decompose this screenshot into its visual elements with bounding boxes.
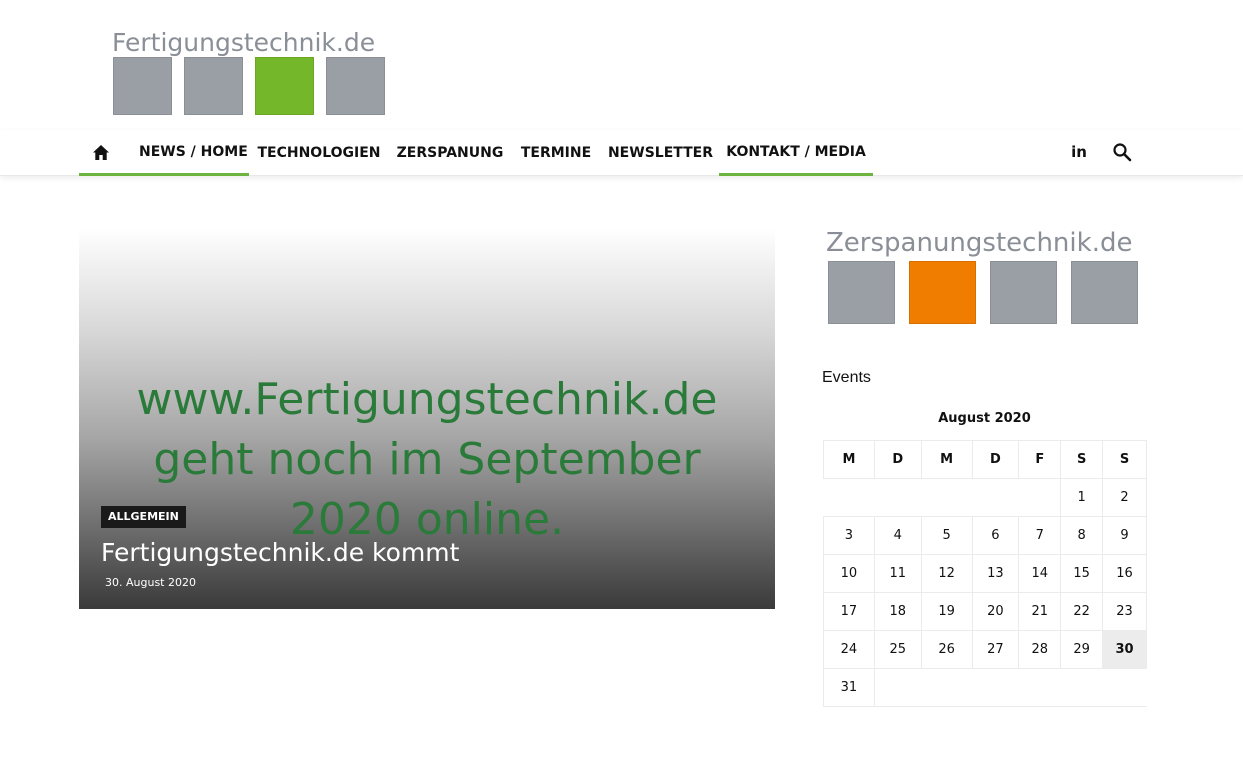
calendar-day: 17 [823, 592, 875, 631]
calendar-day: 31 [823, 668, 875, 707]
nav-item-newsletter[interactable]: NEWSLETTER [608, 130, 713, 176]
weekday-sun: S [1102, 440, 1147, 479]
nav-item-technologien[interactable]: TECHNOLOGIEN [257, 130, 380, 176]
nav-item-zerspanung[interactable]: ZERSPANUNG [397, 130, 504, 176]
calendar-day: 3 [823, 516, 875, 555]
events-calendar: M D M D F S S 1 2 3 4 5 6 7 8 9 10 11 12… [823, 440, 1147, 707]
nav-home-button[interactable]: NEWS / HOME [79, 130, 249, 176]
linkedin-icon[interactable]: in [1068, 140, 1090, 164]
logo-square-3 [255, 57, 314, 115]
calendar-week: 24 25 26 27 28 29 30 [823, 630, 1147, 669]
calendar-day: 15 [1060, 554, 1104, 593]
events-title: Events [822, 369, 871, 386]
calendar-day: 2 [1102, 478, 1147, 517]
calendar-day: 22 [1060, 592, 1104, 631]
calendar-day: 21 [1018, 592, 1062, 631]
calendar-day: 16 [1102, 554, 1147, 593]
calendar-day: 9 [1102, 516, 1147, 555]
calendar-day: 12 [920, 554, 973, 593]
logo-square-1 [113, 57, 172, 115]
calendar-weekday-row: M D M D F S S [823, 440, 1147, 479]
calendar-day: 20 [971, 592, 1020, 631]
calendar-day: 27 [971, 630, 1020, 669]
calendar-day: 1 [1060, 478, 1104, 517]
sidebar-logo-square-3 [990, 261, 1057, 324]
calendar-day: 13 [971, 554, 1020, 593]
calendar-day: 18 [873, 592, 922, 631]
calendar-day: 4 [873, 516, 922, 555]
calendar-day: 29 [1060, 630, 1104, 669]
nav-item-kontakt-media[interactable]: KONTAKT / MEDIA [719, 130, 873, 176]
sidebar-logo-square-4 [1071, 261, 1138, 324]
sidebar-logo-square-1 [828, 261, 895, 324]
calendar-day: 26 [920, 630, 973, 669]
calendar-day: 10 [823, 554, 875, 593]
weekday-fri: F [1018, 440, 1062, 479]
calendar-day-today: 30 [1102, 630, 1147, 669]
calendar-week: 31 [823, 668, 1147, 707]
weekday-wed: M [920, 440, 973, 479]
image-text-line-1: www.Fertigungstechnik.de [136, 374, 718, 425]
calendar-day: 6 [971, 516, 1020, 555]
post-date: 30. August 2020 [105, 576, 196, 589]
calendar-day: 24 [823, 630, 875, 669]
calendar-week: 10 11 12 13 14 15 16 [823, 554, 1147, 593]
weekday-sat: S [1060, 440, 1104, 479]
weekday-thu: D [971, 440, 1020, 479]
category-badge[interactable]: ALLGEMEIN [101, 506, 186, 528]
calendar-day: 14 [1018, 554, 1062, 593]
weekday-tue: D [873, 440, 922, 479]
post-title[interactable]: Fertigungstechnik.de kommt [101, 538, 459, 567]
logo-square-2 [184, 57, 243, 115]
nav-item-news-home: NEWS / HOME [139, 143, 248, 160]
calendar-caption: August 2020 [938, 411, 1031, 426]
home-icon [92, 144, 110, 165]
calendar-week: 17 18 19 20 21 22 23 [823, 592, 1147, 631]
calendar-day: 5 [920, 516, 973, 555]
sidebar-logo-square-2 [909, 261, 976, 324]
calendar-day: 7 [1018, 516, 1062, 555]
calendar-day: 25 [873, 630, 922, 669]
calendar-pad [874, 668, 1147, 707]
calendar-week: 3 4 5 6 7 8 9 [823, 516, 1147, 555]
calendar-day: 11 [873, 554, 922, 593]
image-text-line-2: geht noch im September [153, 434, 701, 485]
calendar-day: 19 [920, 592, 973, 631]
sidebar-logo-text: Zerspanungstechnik.de [826, 228, 1133, 258]
calendar-week: 1 2 [823, 478, 1147, 517]
logo-text: Fertigungstechnik.de [112, 28, 376, 57]
calendar-day: 23 [1102, 592, 1147, 631]
search-icon[interactable] [1110, 140, 1134, 164]
calendar-day: 28 [1018, 630, 1062, 669]
main-nav: NEWS / HOME TECHNOLOGIEN ZERSPANUNG TERM… [0, 130, 1243, 176]
calendar-day: 8 [1060, 516, 1104, 555]
sidebar-logo[interactable]: Zerspanungstechnik.de [826, 228, 1146, 326]
weekday-mon: M [823, 440, 875, 479]
logo-square-4 [326, 57, 385, 115]
calendar-pad [823, 478, 1061, 517]
site-logo[interactable]: Fertigungstechnik.de [112, 28, 388, 118]
nav-item-termine[interactable]: TERMINE [521, 130, 591, 176]
